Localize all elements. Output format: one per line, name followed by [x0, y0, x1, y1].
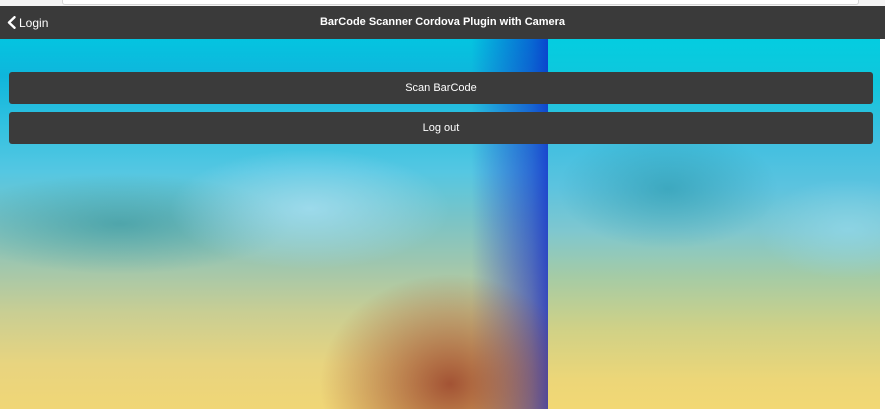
scan-barcode-button[interactable]: Scan BarCode: [9, 72, 873, 104]
app-screen: Login BarCode Scanner Cordova Plugin wit…: [0, 0, 885, 409]
page-title: BarCode Scanner Cordova Plugin with Came…: [319, 16, 566, 28]
log-out-button[interactable]: Log out: [9, 112, 873, 144]
navigation-bar: Login BarCode Scanner Cordova Plugin wit…: [0, 6, 885, 39]
address-bar-edge[interactable]: [62, 0, 859, 5]
camera-preview: Scan BarCode Log out: [0, 39, 880, 409]
page-gutter: [880, 39, 885, 409]
